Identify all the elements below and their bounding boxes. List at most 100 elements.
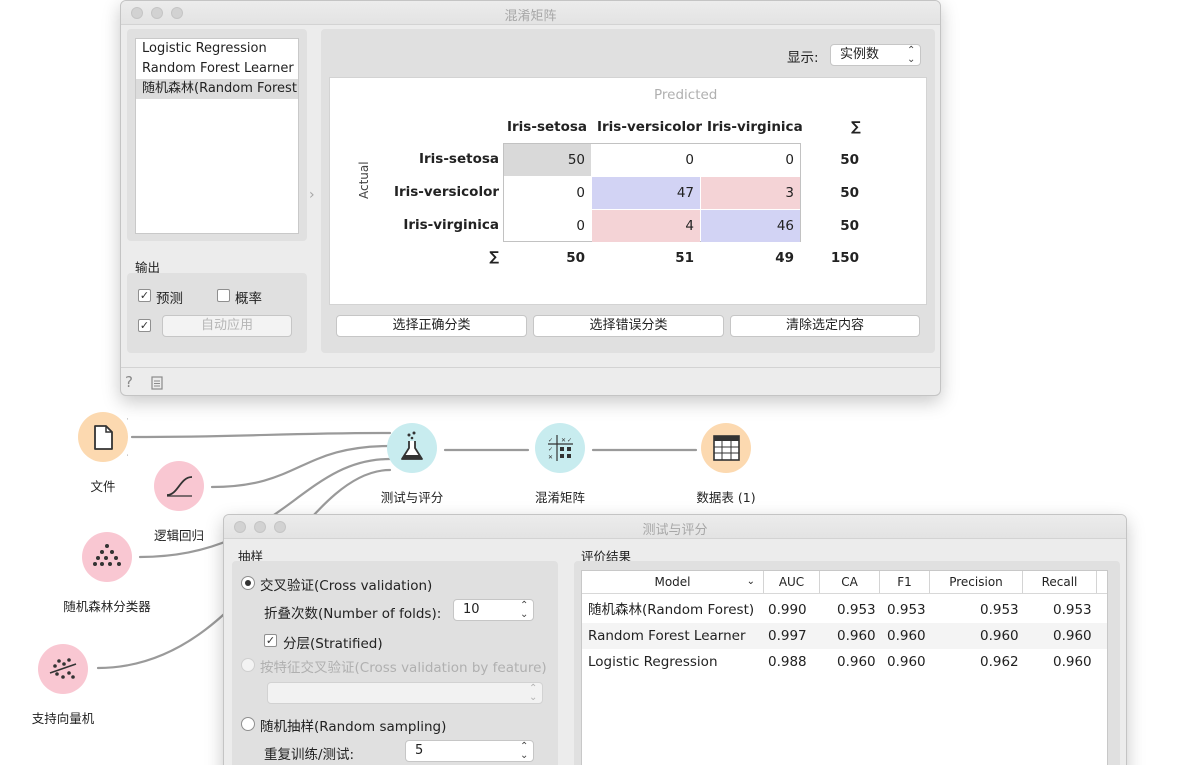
table-row[interactable]: Logistic Regression 0.988 0.960 0.960 0.…: [582, 649, 1107, 675]
probabilities-checkbox[interactable]: [217, 289, 230, 302]
list-item[interactable]: Logistic Regression: [136, 39, 298, 59]
node-label: 随机森林分类器: [63, 599, 151, 614]
probabilities-label: 概率: [235, 291, 262, 307]
row-sum: 50: [840, 185, 859, 201]
table-cell: 0.960: [887, 654, 926, 670]
matrix-cell[interactable]: 0: [504, 210, 591, 242]
cv-by-feature-radio[interactable]: [241, 658, 255, 672]
node-label: 测试与评分: [380, 490, 444, 505]
node-confusion-matrix[interactable]: ✓ ✕ ✓ ✓ ✕ 混淆矩阵: [500, 423, 620, 505]
matrix-cell[interactable]: 47: [592, 177, 700, 209]
node-test-and-score[interactable]: 测试与评分: [352, 423, 472, 505]
predicted-axis-label: Predicted: [654, 87, 718, 103]
column-header[interactable]: Precision: [930, 571, 1023, 593]
table-cell: 0.997: [768, 628, 807, 644]
repeat-select[interactable]: 5 ⌃ ⌄: [405, 740, 534, 762]
random-sampling-radio[interactable]: [241, 717, 255, 731]
stratified-checkbox[interactable]: ✓: [264, 634, 277, 647]
help-icon[interactable]: ?: [125, 373, 133, 391]
chevron-updown-icon: ⌃ ⌄: [520, 600, 529, 620]
table-cell: 0.953: [980, 602, 1019, 618]
table-cell: 0.953: [1053, 602, 1092, 618]
node-svm[interactable]: 支持向量机: [3, 644, 123, 726]
table-cell: 0.960: [887, 628, 926, 644]
auto-apply-checkbox[interactable]: ✓: [138, 319, 151, 332]
titlebar[interactable]: 测试与评分: [224, 515, 1126, 539]
column-sum: 50: [566, 250, 585, 266]
repeat-select-value: 5: [415, 743, 424, 758]
matrix-cell[interactable]: 0: [504, 177, 591, 209]
table-cell: 0.960: [1053, 654, 1092, 670]
actual-axis-label: Actual: [357, 161, 371, 199]
matrix-cell[interactable]: 4: [592, 210, 700, 242]
test-and-score-window: 测试与评分 抽样 交叉验证(Cross validation) 折叠次数(Num…: [223, 514, 1127, 765]
clear-selection-button[interactable]: 清除选定内容: [730, 315, 920, 337]
column-sum: 49: [775, 250, 794, 266]
folds-select[interactable]: 10 ⌃ ⌄: [453, 599, 534, 621]
node-random-forest[interactable]: 随机森林分类器: [47, 532, 167, 614]
stratified-label: 分层(Stratified): [283, 636, 383, 652]
confusion-matrix: Predicted Actual Iris-setosa Iris-versic…: [329, 77, 927, 305]
node-label: 混淆矩阵: [534, 490, 585, 505]
titlebar[interactable]: 混淆矩阵: [121, 1, 940, 25]
matrix-cell[interactable]: 50: [504, 144, 591, 176]
table-row[interactable]: 随机森林(Random Forest) 0.990 0.953 0.953 0.…: [582, 597, 1107, 623]
confusion-matrix-window: 混淆矩阵 Logistic Regression Random Forest L…: [120, 0, 941, 396]
row-header: Iris-setosa: [418, 151, 499, 167]
cross-validation-radio[interactable]: [241, 576, 255, 590]
predictions-checkbox[interactable]: ✓: [138, 289, 151, 302]
grand-total: 150: [830, 250, 859, 266]
folds-select-value: 10: [463, 602, 480, 617]
column-sum-header: ∑: [851, 119, 861, 135]
chevron-updown-icon: ⌃ ⌄: [529, 683, 538, 703]
column-header[interactable]: AUC: [764, 571, 820, 593]
matrix-cell[interactable]: 3: [701, 177, 800, 209]
list-item[interactable]: 随机森林(Random Forest): [136, 79, 298, 99]
table-cell: 0.953: [837, 602, 876, 618]
matrix-cell[interactable]: 0: [592, 144, 700, 176]
matrix-cell[interactable]: 0: [701, 144, 800, 176]
row-header: Iris-versicolor: [393, 184, 499, 200]
table-cell: 0.990: [768, 602, 807, 618]
table-cell: 0.960: [837, 654, 876, 670]
table-cell: 0.960: [1053, 628, 1092, 644]
column-header[interactable]: F1: [880, 571, 930, 593]
select-misclassified-button[interactable]: 选择错误分类: [533, 315, 724, 337]
column-header-model[interactable]: Model ⌄: [582, 571, 764, 593]
column-header: Iris-virginica: [707, 119, 803, 135]
column-sum: 51: [675, 250, 694, 266]
column-header[interactable]: CA: [820, 571, 880, 593]
table-row[interactable]: Random Forest Learner 0.997 0.960 0.960 …: [582, 623, 1107, 649]
node-data-table[interactable]: 数据表 (1): [666, 423, 786, 505]
row-header: Iris-virginica: [403, 217, 499, 233]
table-cell: 0.953: [887, 602, 926, 618]
show-select[interactable]: 实例数 ⌃ ⌄: [830, 44, 921, 66]
feature-select[interactable]: ⌃ ⌄: [267, 682, 543, 704]
cv-by-feature-label: 按特征交叉验证(Cross validation by feature): [260, 660, 547, 676]
learners-list[interactable]: Logistic Regression Random Forest Learne…: [135, 38, 299, 234]
chevron-updown-icon: ⌃ ⌄: [907, 45, 916, 65]
results-table[interactable]: Model ⌄ AUC CA F1 Precision Recall 随机森林(…: [581, 570, 1108, 765]
select-correct-button[interactable]: 选择正确分类: [336, 315, 527, 337]
cross-validation-label: 交叉验证(Cross validation): [260, 578, 433, 594]
row-sum: 50: [840, 152, 859, 168]
show-select-value: 实例数: [840, 47, 880, 62]
table-cell: 0.988: [768, 654, 807, 670]
table-cell: Random Forest Learner: [588, 628, 746, 644]
report-icon[interactable]: [151, 376, 163, 390]
table-cell: 0.960: [837, 628, 876, 644]
window-title: 测试与评分: [642, 523, 708, 538]
splitter-chevron-icon[interactable]: ›: [309, 187, 315, 203]
auto-apply-button[interactable]: 自动应用: [162, 315, 292, 337]
output-panel: [127, 273, 307, 353]
folds-label: 折叠次数(Number of folds):: [264, 606, 442, 622]
table-cell: Logistic Regression: [588, 654, 718, 670]
matrix-cell[interactable]: 46: [701, 210, 800, 242]
list-item[interactable]: Random Forest Learner: [136, 59, 298, 79]
repeat-label: 重复训练/测试:: [264, 747, 355, 763]
node-logistic-regression[interactable]: 逻辑回归: [119, 461, 239, 543]
table-cell: 0.962: [980, 654, 1019, 670]
predictions-label: 预测: [156, 291, 183, 307]
column-header[interactable]: Recall: [1023, 571, 1097, 593]
header-divider: [582, 593, 1107, 594]
